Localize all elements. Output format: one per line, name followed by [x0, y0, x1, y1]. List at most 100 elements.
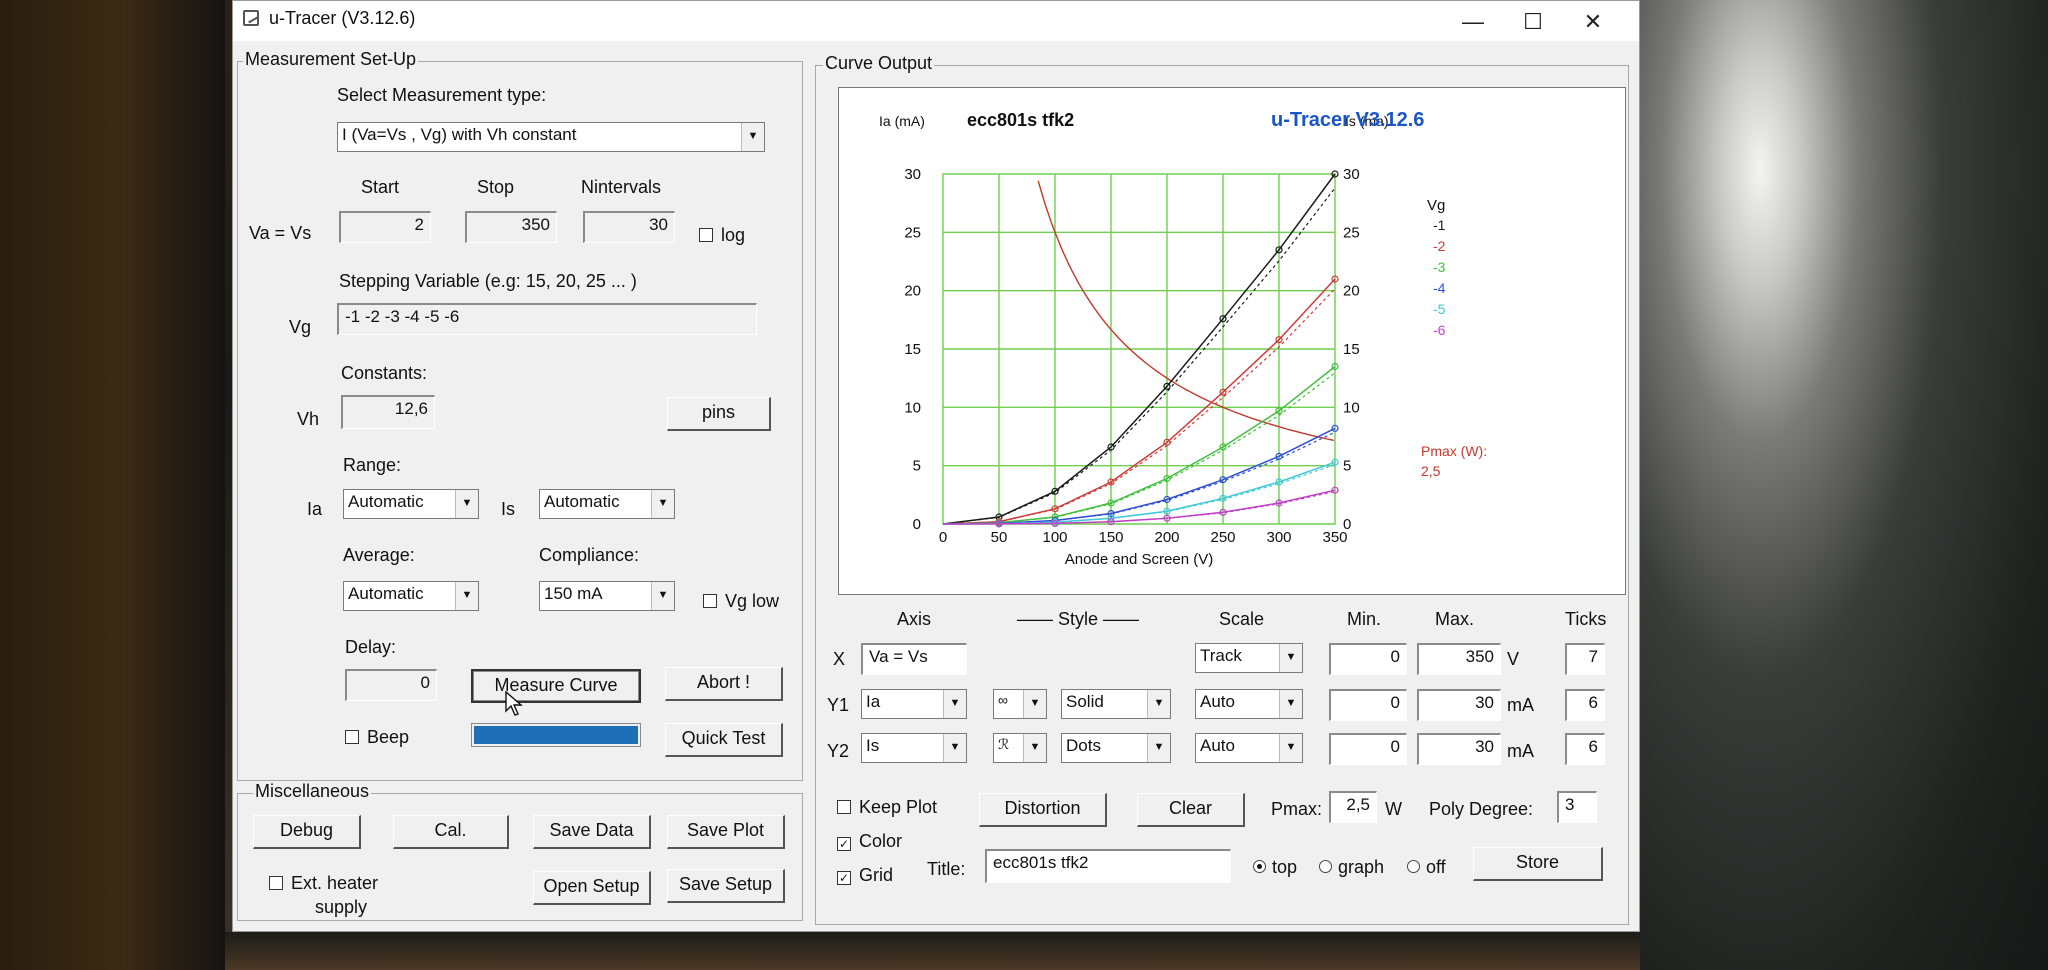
x-min-input[interactable]: 0	[1329, 643, 1407, 675]
radio-off-label: off	[1426, 857, 1446, 877]
stop-input[interactable]: 350	[465, 211, 557, 243]
save-data-button[interactable]: Save Data	[533, 815, 651, 849]
x-axis-label: Anode and Screen (V)	[1065, 551, 1213, 568]
distortion-button[interactable]: Distortion	[979, 793, 1107, 827]
stepping-label: Stepping Variable (e.g: 15, 20, 25 ... )	[339, 271, 637, 291]
x-max-input[interactable]: 350	[1417, 643, 1501, 675]
y2-tick-label: 25	[1343, 224, 1360, 241]
average-label: Average:	[343, 545, 415, 565]
vh-label: Vh	[297, 409, 320, 429]
y-tick-label: 5	[913, 458, 921, 475]
y-tick-label: 25	[904, 224, 921, 241]
y1-marker-select[interactable]: ∞ ▼	[993, 689, 1047, 719]
vg-steps-input[interactable]: -1 -2 -3 -4 -5 -6	[337, 303, 757, 335]
nintervals-input[interactable]: 30	[583, 211, 675, 243]
vg-low-label: Vg low	[725, 591, 780, 611]
pmax-input[interactable]: 2,5	[1329, 791, 1377, 823]
debug-button[interactable]: Debug	[253, 815, 361, 849]
nintervals-label: Nintervals	[581, 177, 662, 197]
radio-dot	[1253, 860, 1266, 873]
chevron-down-icon: ▼	[455, 490, 478, 518]
quick-test-button[interactable]: Quick Test	[665, 723, 783, 757]
y2-max-input[interactable]: 30	[1417, 733, 1501, 765]
ext-heater-checkbox[interactable]: Ext. heater	[269, 873, 378, 894]
radio-off[interactable]: off	[1407, 857, 1446, 878]
y2-line-style-select[interactable]: Dots ▼	[1061, 733, 1171, 763]
maximize-button[interactable]: ☐	[1503, 5, 1563, 39]
y2-variable-select[interactable]: Is ▼	[861, 733, 967, 763]
ia-range-select[interactable]: Automatic ▼	[343, 489, 479, 519]
y2-tick-label: 15	[1343, 341, 1360, 358]
y1-ticks-input[interactable]: 6	[1565, 689, 1605, 721]
y2-scale-select[interactable]: Auto ▼	[1195, 733, 1303, 763]
save-plot-button[interactable]: Save Plot	[667, 815, 785, 849]
y1-max-input[interactable]: 30	[1417, 689, 1501, 721]
y2-scale-value: Auto	[1200, 736, 1235, 755]
pmax-legend-label: Pmax (W):	[1421, 443, 1487, 459]
save-setup-button[interactable]: Save Setup	[667, 869, 785, 903]
window-title: u-Tracer (V3.12.6)	[269, 8, 416, 28]
y2-ticks-input[interactable]: 6	[1565, 733, 1605, 765]
y-tick-label: 20	[904, 283, 921, 300]
delay-input[interactable]: 0	[345, 669, 437, 701]
plot-area: 0 50 100 150 200 250 300 350 0 0 5 5 10 10 15 15 20 20 25 2…	[838, 87, 1626, 595]
legend-entry--1: -1	[1433, 217, 1446, 233]
grid-checkbox[interactable]: ✓ Grid	[837, 865, 893, 886]
cal-button[interactable]: Cal.	[393, 815, 509, 849]
x-tick-label: 0	[939, 529, 947, 546]
poly-degree-input[interactable]: 3	[1557, 791, 1597, 823]
chevron-down-icon: ▼	[1023, 690, 1046, 718]
x-tick-label: 100	[1042, 529, 1067, 546]
average-select[interactable]: Automatic ▼	[343, 581, 479, 611]
background-right	[1640, 0, 2048, 970]
y-axis-label: Ia (mA)	[879, 113, 925, 129]
log-checkbox[interactable]: log	[699, 225, 745, 246]
pins-button[interactable]: pins	[667, 397, 771, 431]
legend-title: Vg	[1427, 197, 1445, 214]
keep-plot-checkbox[interactable]: Keep Plot	[837, 797, 937, 818]
minimize-button[interactable]: —	[1443, 5, 1503, 39]
measure-curve-button[interactable]: Measure Curve	[471, 669, 641, 703]
y-tick-label: 10	[904, 399, 921, 416]
compliance-value: 150 mA	[544, 584, 603, 603]
x-scale-select[interactable]: Track ▼	[1195, 643, 1303, 673]
vh-input[interactable]: 12,6	[341, 395, 435, 429]
chevron-down-icon: ▼	[651, 490, 674, 518]
pmax-legend-value: 2,5	[1421, 463, 1441, 479]
y1-variable-select[interactable]: Ia ▼	[861, 689, 967, 719]
radio-top[interactable]: top	[1253, 857, 1297, 878]
y2-unit: mA	[1507, 741, 1534, 761]
x-ticks-input[interactable]: 7	[1565, 643, 1605, 675]
compliance-select[interactable]: 150 mA ▼	[539, 581, 675, 611]
x-tick-label: 50	[991, 529, 1008, 546]
y1-scale-select[interactable]: Auto ▼	[1195, 689, 1303, 719]
poly-degree-label: Poly Degree:	[1429, 799, 1534, 819]
radio-graph[interactable]: graph	[1319, 857, 1384, 878]
checkbox-box	[269, 876, 283, 890]
close-button[interactable]: ✕	[1563, 5, 1623, 39]
start-input[interactable]: 2	[339, 211, 431, 243]
store-button[interactable]: Store	[1473, 847, 1603, 881]
y2-tick-label: 10	[1343, 399, 1360, 416]
y1-line-style-select[interactable]: Solid ▼	[1061, 689, 1171, 719]
clear-button[interactable]: Clear	[1137, 793, 1245, 827]
y1-min-input[interactable]: 0	[1329, 689, 1407, 721]
title-input[interactable]: ecc801s tfk2	[985, 849, 1231, 883]
beep-checkbox[interactable]: Beep	[345, 727, 409, 748]
y2-min-input[interactable]: 0	[1329, 733, 1407, 765]
y2-tick-label: 0	[1343, 516, 1351, 533]
abort-button[interactable]: Abort !	[665, 667, 783, 701]
y2-marker-select[interactable]: ℛ ▼	[993, 733, 1047, 763]
pmax-unit: W	[1385, 799, 1402, 819]
y-tick-label: 30	[904, 166, 921, 183]
measurement-type-select[interactable]: I (Va=Vs , Vg) with Vh constant ▼	[337, 122, 765, 152]
is-range-select[interactable]: Automatic ▼	[539, 489, 675, 519]
vg-low-checkbox[interactable]: Vg low	[703, 591, 779, 612]
color-checkbox[interactable]: ✓ Color	[837, 831, 902, 852]
y1-axis-label: Y1	[827, 695, 850, 715]
misc-label: Miscellaneous	[253, 781, 372, 802]
x-variable-field[interactable]: Va = Vs	[861, 643, 967, 675]
open-setup-button[interactable]: Open Setup	[533, 871, 651, 905]
measure-progress-bar	[471, 723, 641, 747]
beep-label: Beep	[367, 727, 410, 747]
